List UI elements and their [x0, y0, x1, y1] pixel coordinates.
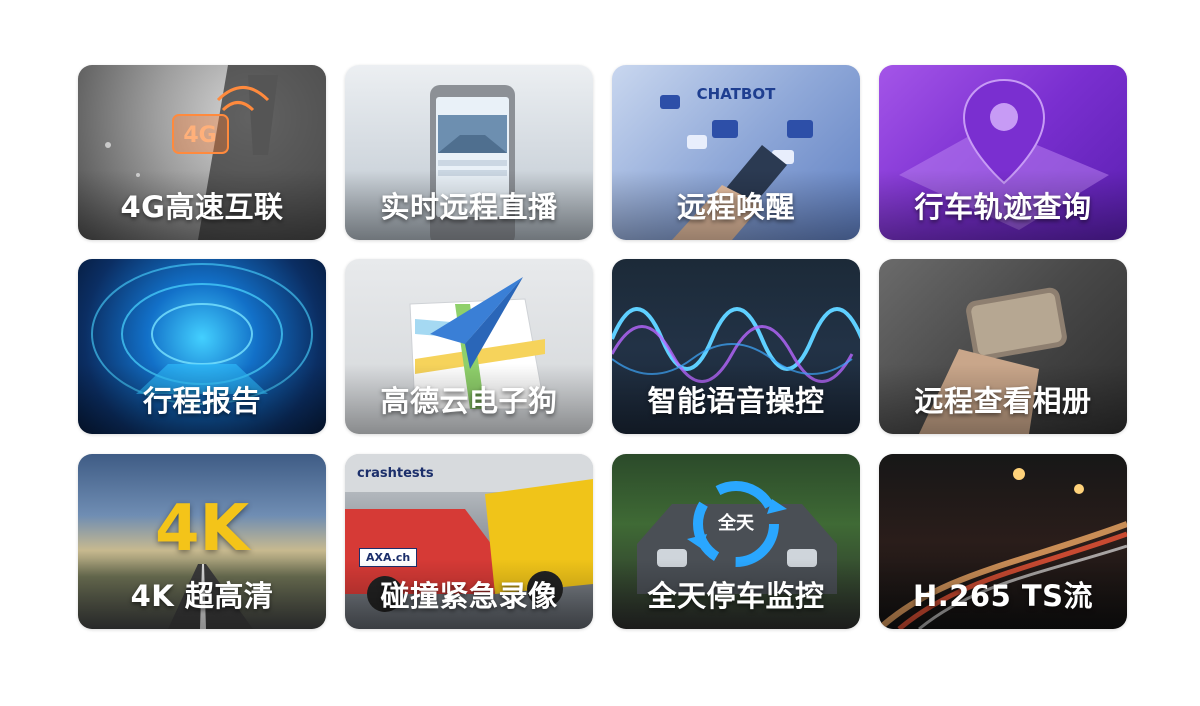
- feature-label: 智能语音操控: [647, 384, 825, 418]
- feature-tile-live[interactable]: 实时远程直播: [345, 65, 593, 240]
- feature-label: 行程报告: [142, 384, 261, 418]
- feature-tile-crash[interactable]: crashtests AXA.ch 碰撞紧急录像: [345, 454, 593, 629]
- feature-tile-track[interactable]: 行车轨迹查询: [879, 65, 1127, 240]
- feature-tile-voice[interactable]: 智能语音操控: [612, 259, 860, 434]
- chatbot-title: CHATBOT: [696, 85, 776, 103]
- feature-label: 高德云电子狗: [380, 384, 558, 418]
- feature-tile-report[interactable]: 行程报告: [78, 259, 326, 434]
- feature-label: H.265 TS流: [912, 579, 1094, 613]
- svg-text:4G: 4G: [183, 123, 216, 148]
- feature-grid: 4G 4G高速互联 实时远程直播 CHATBOT 远程唤醒 行车轨迹查询 行程报…: [0, 0, 1200, 706]
- feature-label: 碰撞紧急录像: [380, 579, 558, 613]
- crash-banner-text: crashtests: [357, 466, 434, 481]
- feature-tile-4k[interactable]: 4K 4K 超高清: [78, 454, 326, 629]
- feature-tile-h265[interactable]: H.265 TS流: [879, 454, 1127, 629]
- feature-label: 全天停车监控: [647, 579, 825, 613]
- feature-label: 远程查看相册: [914, 384, 1092, 418]
- feature-tile-dog[interactable]: 高德云电子狗: [345, 259, 593, 434]
- feature-label: 4G高速互联: [120, 190, 284, 224]
- feature-tile-wake[interactable]: CHATBOT 远程唤醒: [612, 65, 860, 240]
- all-day-text: 全天: [718, 513, 754, 534]
- 4k-art-text: 4K: [154, 492, 250, 566]
- feature-label: 4K 超高清: [130, 579, 274, 613]
- feature-label: 远程唤醒: [676, 190, 795, 224]
- feature-label: 实时远程直播: [380, 190, 558, 224]
- feature-tile-album[interactable]: 远程查看相册: [879, 259, 1127, 434]
- feature-label: 行车轨迹查询: [914, 190, 1092, 224]
- feature-tile-4g[interactable]: 4G 4G高速互联: [78, 65, 326, 240]
- feature-tile-park[interactable]: 全天 全天停车监控: [612, 454, 860, 629]
